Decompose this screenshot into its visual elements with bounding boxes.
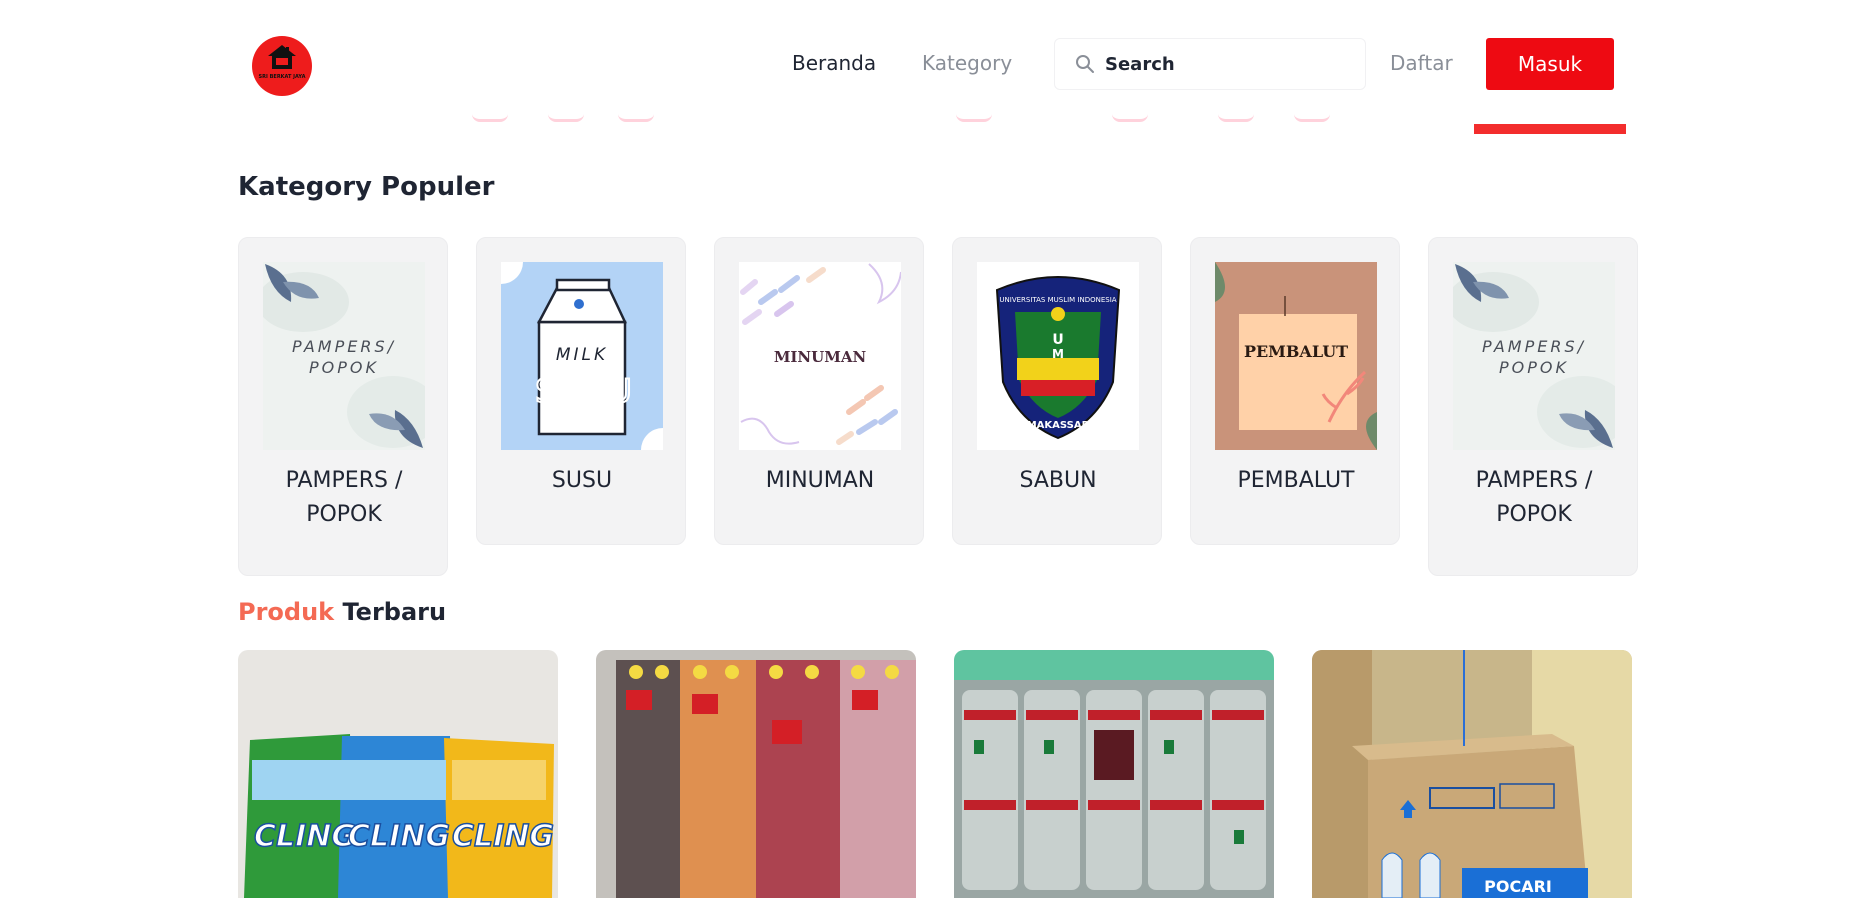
pampers-image-text-2: POPOK [309, 358, 379, 377]
popular-categories-title: Kategory Populer [238, 172, 495, 202]
category-card-susu[interactable]: MILK SUSU SUSU [476, 237, 686, 545]
category-card-minuman[interactable]: MINUMAN MINUMAN [714, 237, 924, 545]
logo-city-text: MAKASSAR [1027, 420, 1090, 431]
nav-beranda[interactable]: Beranda [792, 50, 876, 76]
category-image-sabun: U M UNIVERSITAS MUSLIM INDONESIA MAKASSA… [977, 262, 1139, 450]
product-card[interactable] [954, 650, 1274, 898]
category-image-pembalut: PEMBALUT [1215, 262, 1377, 450]
product-image-big-cola [596, 650, 916, 898]
site-header: SRI BERKAT JAYA Beranda Kategory Daftar … [0, 0, 1865, 124]
category-card-pembalut[interactable]: PEMBALUT PEMBALUT [1190, 237, 1400, 545]
banner-decoration [548, 114, 584, 122]
logo-university-text: UNIVERSITAS MUSLIM INDONESIA [999, 296, 1116, 304]
product-card[interactable]: POCARI [1312, 650, 1632, 898]
search-box[interactable] [1054, 38, 1366, 90]
category-card-pampers-2[interactable]: PAMPERS/ POPOK PAMPERS / POPOK [1428, 237, 1638, 576]
product-card[interactable] [596, 650, 916, 898]
svg-text:M: M [1052, 347, 1064, 361]
product-card[interactable]: CLING CLING CLING [238, 650, 558, 898]
search-input[interactable] [1105, 50, 1345, 78]
search-icon [1076, 55, 1094, 73]
svg-text:PAMPERS/: PAMPERS/ [1482, 337, 1586, 356]
category-image-susu: MILK SUSU [501, 262, 663, 450]
category-label: PEMBALUT [1237, 468, 1355, 493]
banner-decoration [472, 114, 508, 122]
logo-text: SRI BERKAT JAYA [258, 74, 306, 80]
login-button[interactable]: Masuk [1486, 38, 1614, 90]
pampers-image-text-1: PAMPERS/ [292, 337, 396, 356]
latest-products-title: Produk Terbaru [238, 598, 446, 626]
latest-products-title-rest: Terbaru [342, 598, 447, 626]
banner-edge [1474, 124, 1626, 134]
house-logo-icon [268, 45, 296, 69]
banner-decoration [1218, 114, 1254, 122]
banner-decoration [956, 114, 992, 122]
category-image-pampers: PAMPERS/ POPOK [263, 262, 425, 450]
nav-daftar[interactable]: Daftar [1390, 50, 1453, 76]
product-image-pocari: POCARI [1312, 650, 1632, 898]
milk-image-text: MILK [556, 345, 608, 365]
category-label: MINUMAN [765, 468, 875, 493]
nav-kategory[interactable]: Kategory [922, 50, 1012, 76]
pembalut-image-text: PEMBALUT [1244, 342, 1348, 361]
banner-decoration [1294, 114, 1330, 122]
svg-text:U: U [1052, 332, 1063, 348]
category-image-pampers: PAMPERS/ POPOK [1453, 262, 1615, 450]
category-label: PAMPERS / POPOK [1475, 468, 1593, 527]
category-label: PAMPERS / POPOK [285, 468, 403, 527]
svg-text:POCARI: POCARI [1484, 877, 1552, 896]
category-card-sabun[interactable]: U M UNIVERSITAS MUSLIM INDONESIA MAKASSA… [952, 237, 1162, 545]
svg-text:POPOK: POPOK [1499, 358, 1569, 377]
latest-products-title-accent: Produk [238, 598, 335, 626]
svg-text:CLING: CLING [348, 819, 450, 854]
susu-image-text: SUSU [535, 372, 634, 410]
banner-decoration [618, 114, 654, 122]
product-image-cling: CLING CLING CLING [238, 650, 558, 898]
banner-decoration [1112, 114, 1148, 122]
store-logo[interactable]: SRI BERKAT JAYA [252, 36, 312, 96]
minuman-image-text: MINUMAN [774, 348, 867, 366]
svg-text:CLING: CLING [254, 819, 356, 854]
category-label: SABUN [1019, 468, 1097, 493]
product-image-coca-cola [954, 650, 1274, 898]
category-image-minuman: MINUMAN [739, 262, 901, 450]
category-card-pampers[interactable]: PAMPERS/ POPOK PAMPERS / POPOK [238, 237, 448, 576]
svg-text:CLING: CLING [452, 819, 554, 854]
category-label: SUSU [551, 468, 613, 493]
